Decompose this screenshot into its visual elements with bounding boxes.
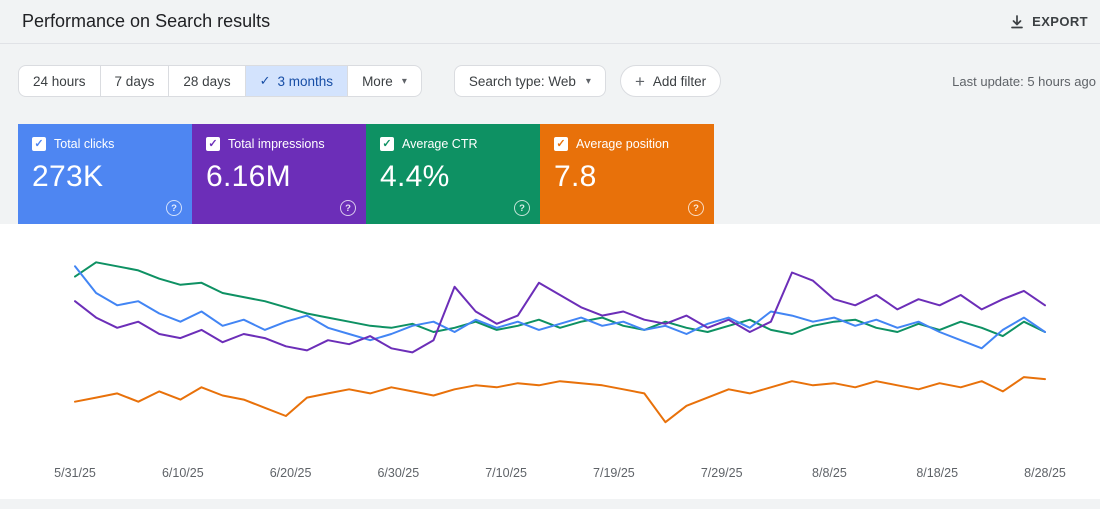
filter-bar: 24 hours 7 days 28 days ✓ 3 months More ▾ Sear… — [0, 65, 1100, 97]
metric-card-total-clicks[interactable]: ✓ Total clicks 273K? — [18, 124, 192, 224]
help-icon[interactable]: ? — [166, 200, 182, 216]
checkbox-icon[interactable]: ✓ — [206, 137, 220, 151]
date-tab-3-months[interactable]: ✓ 3 months — [245, 66, 347, 96]
check-icon: ✓ — [260, 73, 271, 89]
export-button[interactable]: EXPORT — [1003, 13, 1094, 31]
page-header: Performance on Search results EXPORT — [0, 0, 1100, 44]
last-update-text: Last update: 5 hours ago — [952, 74, 1096, 89]
x-tick-label: 5/31/25 — [54, 466, 96, 480]
x-tick-label: 6/10/25 — [162, 466, 204, 480]
metric-label: Total impressions — [228, 137, 325, 151]
metric-value: 7.8 — [554, 160, 700, 194]
chevron-down-icon: ▾ — [586, 76, 591, 87]
date-tab-label: 3 months — [278, 74, 334, 89]
checkbox-icon[interactable]: ✓ — [380, 137, 394, 151]
metric-card-header: ✓ Total impressions — [206, 137, 352, 151]
metric-label: Average CTR — [402, 137, 478, 151]
export-label: EXPORT — [1032, 14, 1088, 29]
metric-value: 6.16M — [206, 160, 352, 194]
help-icon[interactable]: ? — [514, 200, 530, 216]
checkbox-icon[interactable]: ✓ — [32, 137, 46, 151]
date-tab-label: 24 hours — [33, 74, 86, 89]
page-title: Performance on Search results — [22, 11, 270, 32]
x-tick-label: 7/29/25 — [701, 466, 743, 480]
metric-card-header: ✓ Average CTR — [380, 137, 526, 151]
metric-label: Total clicks — [54, 137, 114, 151]
search-type-dropdown[interactable]: Search type: Web ▾ — [454, 65, 606, 97]
add-filter-label: Add filter — [653, 74, 706, 89]
date-tab-28-days[interactable]: 28 days — [168, 66, 244, 96]
chevron-down-icon: ▾ — [402, 76, 407, 87]
date-tab-24-hours[interactable]: 24 hours — [19, 66, 100, 96]
date-tab-label: 28 days — [183, 74, 230, 89]
search-type-label: Search type: Web — [469, 74, 576, 89]
x-tick-label: 7/19/25 — [593, 466, 635, 480]
chart-panel: 5/31/25 6/10/25 6/20/25 6/30/25 7/10/25 7/19/… — [0, 224, 1100, 499]
metric-value: 4.4% — [380, 160, 526, 194]
x-tick-label: 8/28/25 — [1024, 466, 1066, 480]
date-tab-more[interactable]: More ▾ — [347, 66, 421, 96]
metric-card-header: ✓ Total clicks — [32, 137, 178, 151]
metric-card-average-position[interactable]: ✓ Average position 7.8? — [540, 124, 714, 224]
x-tick-label: 8/18/25 — [916, 466, 958, 480]
line-total-impressions — [75, 273, 1045, 353]
date-range-tabs: 24 hours 7 days 28 days ✓ 3 months More ▾ — [18, 65, 422, 97]
line-average-position — [75, 377, 1045, 422]
download-icon — [1009, 14, 1025, 30]
x-tick-label: 6/20/25 — [270, 466, 312, 480]
performance-line-chart[interactable]: 5/31/25 6/10/25 6/20/25 6/30/25 7/10/25 7/19/… — [0, 224, 1100, 499]
add-filter-button[interactable]: + Add filter — [620, 65, 721, 97]
x-tick-label: 7/10/25 — [485, 466, 527, 480]
metric-card-header: ✓ Average position — [554, 137, 700, 151]
metric-value: 273K — [32, 160, 178, 194]
date-tab-label: More — [362, 74, 393, 89]
plus-icon: + — [635, 73, 645, 90]
x-tick-label: 6/30/25 — [377, 466, 419, 480]
checkbox-icon[interactable]: ✓ — [554, 137, 568, 151]
date-tab-7-days[interactable]: 7 days — [100, 66, 169, 96]
metric-card-average-ctr[interactable]: ✓ Average CTR 4.4%? — [366, 124, 540, 224]
metric-cards: ✓ Total clicks 273K? ✓ Total impressions 6.16… — [0, 124, 1100, 224]
help-icon[interactable]: ? — [340, 200, 356, 216]
x-tick-label: 8/8/25 — [812, 466, 847, 480]
date-tab-label: 7 days — [115, 74, 155, 89]
help-icon[interactable]: ? — [688, 200, 704, 216]
metric-card-total-impressions[interactable]: ✓ Total impressions 6.16M? — [192, 124, 366, 224]
metric-label: Average position — [576, 137, 669, 151]
